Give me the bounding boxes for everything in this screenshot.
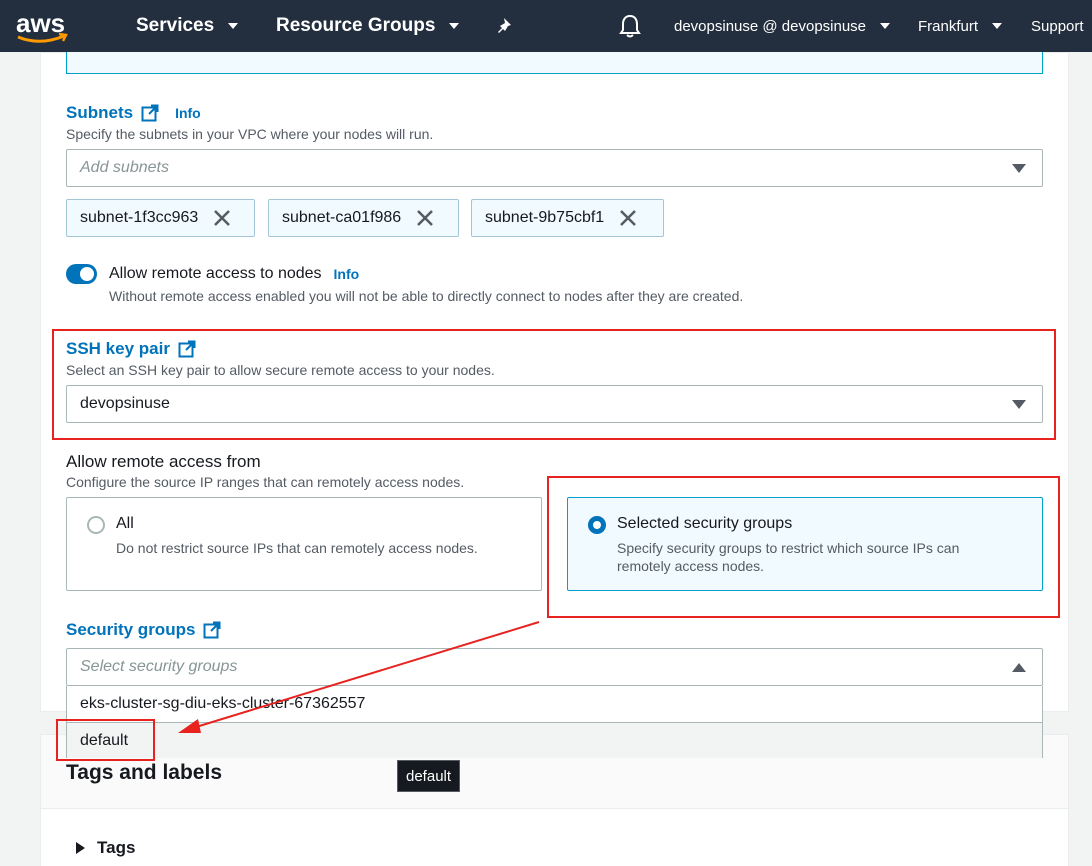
access-from-description: Configure the source IP ranges that can …	[66, 474, 465, 490]
remote-access-label: Allow remote access to nodes	[109, 265, 322, 282]
notifications-bell-icon[interactable]	[619, 0, 641, 52]
ssh-key-pair-value: devopsinuse	[80, 395, 170, 412]
remote-access-label-row: Allow remote access to nodes Info	[109, 265, 359, 283]
security-groups-placeholder: Select security groups	[80, 658, 238, 675]
option-title: All	[116, 515, 134, 532]
account-menu[interactable]: devopsinuse @ devopsinuse	[674, 0, 891, 52]
support-menu[interactable]: Support	[1031, 0, 1084, 52]
external-link-icon[interactable]	[203, 621, 221, 639]
radio-button[interactable]	[87, 516, 105, 534]
resource-groups-menu[interactable]: Resource Groups	[276, 0, 460, 52]
option-description: Specify security groups to restrict whic…	[617, 540, 960, 574]
chevron-down-icon	[228, 23, 239, 29]
security-groups-dropdown: eks-cluster-sg-diu-eks-cluster-67362557 …	[66, 686, 1043, 758]
caret-down-icon	[1012, 400, 1026, 409]
ssh-key-pair-heading: SSH key pair	[66, 339, 196, 359]
tags-expander-label: Tags	[97, 838, 136, 857]
previous-field-box	[66, 52, 1043, 74]
chevron-down-icon	[992, 23, 1003, 29]
remote-access-toggle[interactable]	[66, 264, 97, 284]
services-menu[interactable]: Services	[136, 0, 239, 52]
account-label: devopsinuse @ devopsinuse	[674, 17, 867, 35]
toggle-knob	[80, 267, 94, 281]
ssh-key-pair-title[interactable]: SSH key pair	[66, 339, 170, 359]
chevron-down-icon	[880, 23, 891, 29]
remote-access-description: Without remote access enabled you will n…	[109, 288, 744, 304]
security-groups-title[interactable]: Security groups	[66, 620, 195, 640]
aws-logo[interactable]: aws	[14, 6, 72, 46]
subnet-token: subnet-1f3cc963	[66, 199, 255, 237]
dropdown-option[interactable]: eks-cluster-sg-diu-eks-cluster-67362557	[67, 686, 1042, 722]
caret-right-icon	[76, 842, 85, 854]
ssh-key-pair-description: Select an SSH key pair to allow secure r…	[66, 362, 495, 378]
subnets-placeholder: Add subnets	[80, 159, 169, 176]
option-title: Selected security groups	[617, 515, 793, 532]
security-groups-heading: Security groups	[66, 620, 221, 640]
subnets-title[interactable]: Subnets	[66, 103, 133, 123]
resource-groups-label: Resource Groups	[276, 15, 436, 36]
tags-expander[interactable]: Tags	[76, 838, 135, 858]
dropdown-option-highlighted[interactable]: default	[67, 722, 1042, 758]
subnet-token-label: subnet-ca01f986	[282, 209, 402, 226]
services-label: Services	[136, 15, 215, 36]
option-tooltip: default	[397, 760, 461, 792]
pin-icon[interactable]	[497, 0, 515, 52]
remote-access-info-link[interactable]: Info	[334, 266, 360, 282]
access-from-title: Allow remote access from	[66, 452, 261, 471]
svg-text:aws: aws	[16, 8, 65, 38]
chevron-down-icon	[449, 23, 460, 29]
subnets-heading: Subnets Info	[66, 103, 201, 123]
subnets-description: Specify the subnets in your VPC where yo…	[66, 126, 434, 142]
subnet-token-label: subnet-1f3cc963	[80, 209, 199, 226]
tags-section-title: Tags and labels	[66, 761, 222, 784]
ssh-key-pair-select[interactable]: devopsinuse	[66, 385, 1043, 423]
subnet-token: subnet-9b75cbf1	[471, 199, 664, 237]
external-link-icon[interactable]	[141, 104, 159, 122]
caret-up-icon	[1012, 663, 1026, 672]
access-option-selected-security-groups[interactable]: Selected security groups Specify securit…	[567, 497, 1043, 591]
subnet-token: subnet-ca01f986	[268, 199, 459, 237]
access-option-all[interactable]: All Do not restrict source IPs that can …	[66, 497, 542, 591]
support-label: Support	[1031, 17, 1084, 35]
remove-token-icon[interactable]	[415, 208, 435, 228]
top-navigation: aws Services Resource Groups devopsinuse…	[0, 0, 1092, 52]
subnet-token-label: subnet-9b75cbf1	[485, 209, 605, 226]
region-menu[interactable]: Frankfurt	[918, 0, 1003, 52]
remove-token-icon[interactable]	[618, 208, 638, 228]
option-description: Do not restrict source IPs that can remo…	[116, 540, 478, 556]
security-groups-select[interactable]: Select security groups	[66, 648, 1043, 686]
subnets-info-link[interactable]: Info	[175, 105, 201, 121]
remove-token-icon[interactable]	[212, 208, 232, 228]
subnets-select[interactable]: Add subnets	[66, 149, 1043, 187]
region-label: Frankfurt	[918, 17, 979, 35]
radio-button-selected[interactable]	[588, 516, 606, 534]
external-link-icon[interactable]	[178, 340, 196, 358]
caret-down-icon	[1012, 164, 1026, 173]
